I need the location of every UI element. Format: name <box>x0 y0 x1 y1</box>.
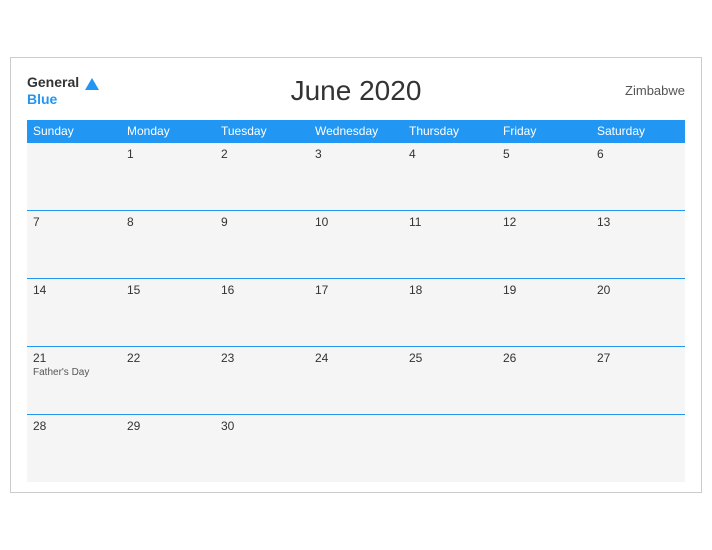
calendar-cell <box>403 414 497 482</box>
calendar-cell: 12 <box>497 210 591 278</box>
calendar-grid: Sunday Monday Tuesday Wednesday Thursday… <box>27 120 685 483</box>
logo-triangle-icon <box>85 78 99 90</box>
calendar-cell: 9 <box>215 210 309 278</box>
week-row-1: 789 10 11 12 13 <box>27 210 685 278</box>
calendar-cell <box>497 414 591 482</box>
header-thursday: Thursday <box>403 120 497 143</box>
calendar-cell: 22 <box>121 346 215 414</box>
week-row-0: 123456 <box>27 142 685 210</box>
calendar-cell: 28 <box>27 414 121 482</box>
calendar-cell: 21 Father's Day <box>27 346 121 414</box>
date-number: 5 <box>503 147 585 161</box>
date-number: 21 <box>33 351 115 365</box>
calendar-cell: 1 <box>121 142 215 210</box>
date-number: 11 <box>409 215 491 229</box>
date-number: 17 <box>315 283 397 297</box>
date-number: 3 <box>315 147 397 161</box>
date-number: 14 <box>33 283 115 297</box>
header-saturday: Saturday <box>591 120 685 143</box>
calendar-cell: 30 <box>215 414 309 482</box>
calendar-cell: 25 <box>403 346 497 414</box>
week-row-2: 14 15 16 17 18 19 20 <box>27 278 685 346</box>
calendar-cell <box>27 142 121 210</box>
calendar-cell: 17 <box>309 278 403 346</box>
date-number: 29 <box>127 419 209 433</box>
header-friday: Friday <box>497 120 591 143</box>
calendar-cell: 5 <box>497 142 591 210</box>
date-number: 20 <box>597 283 679 297</box>
calendar-cell: 26 <box>497 346 591 414</box>
calendar-cell: 7 <box>27 210 121 278</box>
calendar-country: Zimbabwe <box>625 83 685 98</box>
date-number: 15 <box>127 283 209 297</box>
calendar-cell: 27 <box>591 346 685 414</box>
day-header-row: Sunday Monday Tuesday Wednesday Thursday… <box>27 120 685 143</box>
logo-blue-text: Blue <box>27 91 57 108</box>
calendar-cell: 3 <box>309 142 403 210</box>
date-number: 2 <box>221 147 303 161</box>
date-number: 9 <box>221 215 303 229</box>
calendar-cell: 29 <box>121 414 215 482</box>
calendar-cell: 15 <box>121 278 215 346</box>
calendar-cell: 14 <box>27 278 121 346</box>
date-number: 25 <box>409 351 491 365</box>
date-number: 18 <box>409 283 491 297</box>
calendar-cell: 13 <box>591 210 685 278</box>
calendar-title: June 2020 <box>291 75 422 107</box>
calendar-cell: 16 <box>215 278 309 346</box>
date-number: 8 <box>127 215 209 229</box>
date-number: 16 <box>221 283 303 297</box>
calendar-cell: 20 <box>591 278 685 346</box>
calendar-cell: 11 <box>403 210 497 278</box>
calendar-container: General Blue June 2020 Zimbabwe Sunday M… <box>10 57 702 493</box>
week-row-3: 21 Father's Day 22 23 24 25 26 27 <box>27 346 685 414</box>
date-number: 1 <box>127 147 209 161</box>
calendar-cell: 2 <box>215 142 309 210</box>
calendar-cell: 19 <box>497 278 591 346</box>
date-number: 13 <box>597 215 679 229</box>
date-number: 27 <box>597 351 679 365</box>
date-number: 22 <box>127 351 209 365</box>
calendar-cell: 24 <box>309 346 403 414</box>
date-number: 7 <box>33 215 115 229</box>
date-number: 30 <box>221 419 303 433</box>
calendar-cell: 4 <box>403 142 497 210</box>
date-number: 4 <box>409 147 491 161</box>
calendar-cell <box>309 414 403 482</box>
date-number: 26 <box>503 351 585 365</box>
calendar-cell: 6 <box>591 142 685 210</box>
date-number: 10 <box>315 215 397 229</box>
calendar-cell: 23 <box>215 346 309 414</box>
calendar-cell: 10 <box>309 210 403 278</box>
date-number: 19 <box>503 283 585 297</box>
date-number: 28 <box>33 419 115 433</box>
calendar-header: General Blue June 2020 Zimbabwe <box>27 74 685 108</box>
header-sunday: Sunday <box>27 120 121 143</box>
calendar-cell <box>591 414 685 482</box>
header-tuesday: Tuesday <box>215 120 309 143</box>
logo-top-row: General <box>27 74 99 91</box>
date-number: 6 <box>597 147 679 161</box>
header-monday: Monday <box>121 120 215 143</box>
week-row-4: 28 29 30 <box>27 414 685 482</box>
calendar-cell: 18 <box>403 278 497 346</box>
calendar-cell: 8 <box>121 210 215 278</box>
logo: General Blue <box>27 74 99 108</box>
date-number: 24 <box>315 351 397 365</box>
event-label: Father's Day <box>33 367 115 378</box>
date-number: 23 <box>221 351 303 365</box>
date-number: 12 <box>503 215 585 229</box>
logo-general-text: General <box>27 74 79 90</box>
header-wednesday: Wednesday <box>309 120 403 143</box>
